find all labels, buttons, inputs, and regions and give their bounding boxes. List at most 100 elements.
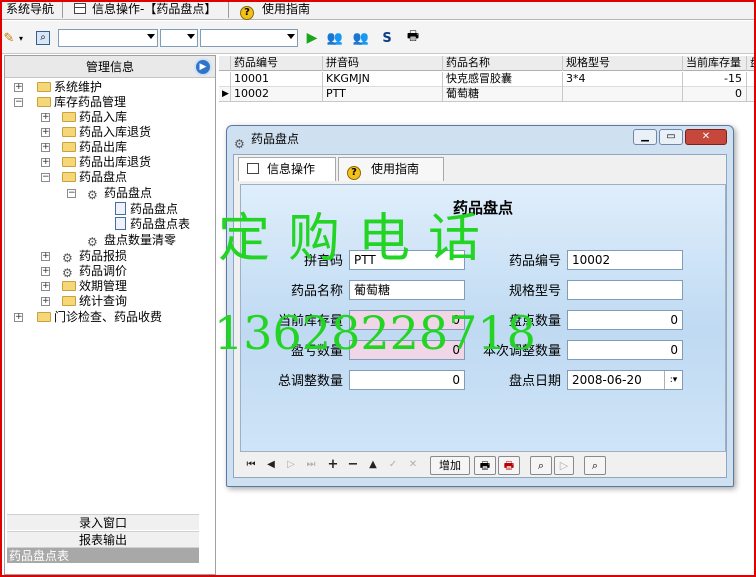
collapse-icon[interactable]: −	[67, 189, 76, 198]
tree-item-out-return[interactable]: 药品出库退货	[62, 155, 151, 170]
post-record-icon[interactable]: ✓	[386, 457, 400, 473]
spec-field[interactable]	[567, 280, 683, 300]
tree-item-clinic-label: 门诊检查、药品收费	[54, 310, 163, 324]
add-record-icon[interactable]: +	[326, 457, 340, 473]
close-icon[interactable]: ✕	[685, 129, 727, 145]
edit-record-icon[interactable]: ▲	[366, 457, 380, 473]
status-selected-item[interactable]: 药品盘点表	[7, 547, 199, 563]
printer-icon[interactable]: 🖶	[474, 456, 496, 475]
total-field[interactable]: 0	[349, 370, 465, 390]
adjust-field[interactable]: 0	[567, 340, 683, 360]
expand-icon[interactable]: +	[41, 297, 50, 306]
print-preview-icon[interactable]: 🖶	[498, 456, 520, 475]
refresh-icon[interactable]: S	[378, 29, 396, 47]
grid-header-name[interactable]: 药品名称	[443, 56, 563, 71]
folder-icon	[62, 142, 76, 152]
find-user-icon[interactable]: 👥	[326, 29, 344, 47]
left-panel-header: 管理信息 ▶	[5, 56, 215, 78]
expand-icon[interactable]: +	[14, 313, 23, 322]
dialog-tab-info-label: 信息操作	[267, 162, 316, 176]
tree-item-clinic[interactable]: 门诊检查、药品收费	[37, 310, 162, 325]
tab-user-guide[interactable]: ? 使用指南	[234, 0, 316, 20]
grid-header-code-label: 药品编号	[234, 56, 278, 69]
tab-system-nav[interactable]: 系统导航	[0, 0, 60, 19]
expand-icon[interactable]: +	[41, 113, 50, 122]
toolbar-combo-value[interactable]	[200, 29, 298, 47]
tree-item-in-return[interactable]: 药品入库退货	[62, 125, 151, 140]
grid-header-stock[interactable]: 当前库存量	[683, 56, 747, 71]
pinyin-field[interactable]: PTT	[349, 250, 465, 270]
dialog-body: 信息操作 ? 使用指南 药品盘点 拼音码 PTT 药品编号 10002 药品名称 …	[233, 154, 727, 478]
tree-item-clear-count[interactable]: ⚙ 盘点数量清零	[87, 233, 176, 249]
run-query-icon[interactable]: ▶	[303, 29, 321, 47]
maximize-icon[interactable]: ▭	[659, 129, 683, 145]
next-record-icon[interactable]: ▷	[284, 457, 298, 473]
expand-icon[interactable]: +	[41, 252, 50, 261]
tree-item-out[interactable]: 药品出库	[62, 140, 127, 155]
tree-item-expiry-label: 效期管理	[79, 279, 128, 293]
first-record-icon[interactable]: ⏮	[244, 457, 258, 473]
find-all-icon[interactable]: 👥	[352, 29, 370, 47]
entry-window-button[interactable]: 录入窗口	[7, 514, 199, 530]
last-record-icon[interactable]: ⏭	[304, 457, 318, 473]
toolbar-combo-field[interactable]	[58, 29, 158, 47]
date-picker-value: 2008-06-20	[572, 373, 642, 387]
delete-record-icon[interactable]: −	[346, 457, 360, 473]
table-row[interactable]: ▶ 10002 PTT 葡萄糖 0	[219, 87, 756, 102]
expand-icon[interactable]: +	[41, 128, 50, 137]
prev-record-icon[interactable]: ◀	[264, 457, 278, 473]
tree-item-system[interactable]: 系统维护	[37, 80, 102, 95]
tab-system-nav-label: 系统导航	[6, 2, 55, 16]
chevron-down-icon[interactable]: ▾	[16, 29, 26, 47]
report-output-button[interactable]: 报表输出	[7, 531, 199, 547]
table-row[interactable]: 10001 KKGMJN 快克感冒胶囊 3*4 -15	[219, 72, 756, 87]
tree-item-stats[interactable]: 统计查询	[62, 294, 127, 309]
count-field[interactable]: 0	[567, 310, 683, 330]
tree-item-in[interactable]: 药品入库	[62, 110, 127, 125]
grid-header-pinyin[interactable]: 拼音码	[323, 56, 443, 71]
tree-item-stocktake[interactable]: 药品盘点	[62, 170, 127, 185]
dialog-titlebar[interactable]: ⚙ 药品盘点 ▁ ▭ ✕	[227, 126, 733, 152]
grid-header-spec[interactable]: 规格型号	[563, 56, 683, 71]
diff-field[interactable]: 0	[349, 340, 465, 360]
minimize-icon[interactable]: ▁	[633, 129, 657, 145]
tree-item-stocktake-sub[interactable]: ⚙ 药品盘点	[87, 186, 152, 202]
tab-separator	[62, 2, 63, 18]
stock-field[interactable]: 0	[349, 310, 465, 330]
name-field[interactable]: 葡萄糖	[349, 280, 465, 300]
grid-header-code[interactable]: 药品编号	[231, 56, 323, 71]
collapse-icon[interactable]: −	[41, 173, 50, 182]
add-button[interactable]: 增加	[430, 456, 470, 475]
date-picker[interactable]: 2008-06-20 :▾	[567, 370, 683, 390]
play-icon[interactable]: ▷	[554, 456, 574, 475]
zoom-icon[interactable]: ⌕	[584, 456, 606, 475]
tree-item-stocktake-table[interactable]: 药品盘点表	[115, 217, 190, 232]
chevron-down-icon[interactable]: :▾	[664, 371, 682, 389]
expand-icon[interactable]: +	[41, 267, 50, 276]
tab-separator	[228, 2, 229, 18]
tab-info-operation[interactable]: 信息操作-【药品盘点】	[68, 0, 222, 19]
expand-icon[interactable]: +	[41, 158, 50, 167]
collapse-icon[interactable]: −	[14, 98, 23, 107]
tree-item-price-label: 药品调价	[79, 264, 128, 278]
expand-icon[interactable]: +	[14, 83, 23, 92]
search-icon[interactable]: ⌕	[530, 456, 552, 475]
printer-icon[interactable]: 🖶	[404, 29, 422, 47]
cancel-record-icon[interactable]: ✕	[406, 457, 420, 473]
help-icon: ?	[347, 166, 361, 180]
grid-header-count[interactable]: 盘	[747, 56, 756, 71]
expand-icon[interactable]: +	[41, 143, 50, 152]
expand-icon[interactable]: +	[41, 282, 50, 291]
tree-item-stocktake-leaf[interactable]: 药品盘点	[115, 202, 178, 217]
tree-item-inventory[interactable]: 库存药品管理	[37, 95, 126, 110]
tree-item-expiry[interactable]: 效期管理	[62, 279, 127, 294]
toolbar-combo-operator[interactable]	[160, 29, 198, 47]
tab-user-guide[interactable]: ? 使用指南	[338, 157, 444, 181]
label-adjust: 本次调整数量	[482, 344, 561, 359]
code-field[interactable]: 10002	[567, 250, 683, 270]
tree-item-price[interactable]: ⚙ 药品调价	[62, 264, 128, 280]
search-icon[interactable]: ⌕	[34, 29, 52, 47]
collapse-panel-icon[interactable]: ▶	[194, 58, 212, 76]
tab-info-operation[interactable]: 信息操作	[238, 157, 336, 181]
tree-item-loss[interactable]: ⚙ 药品报损	[62, 249, 127, 265]
